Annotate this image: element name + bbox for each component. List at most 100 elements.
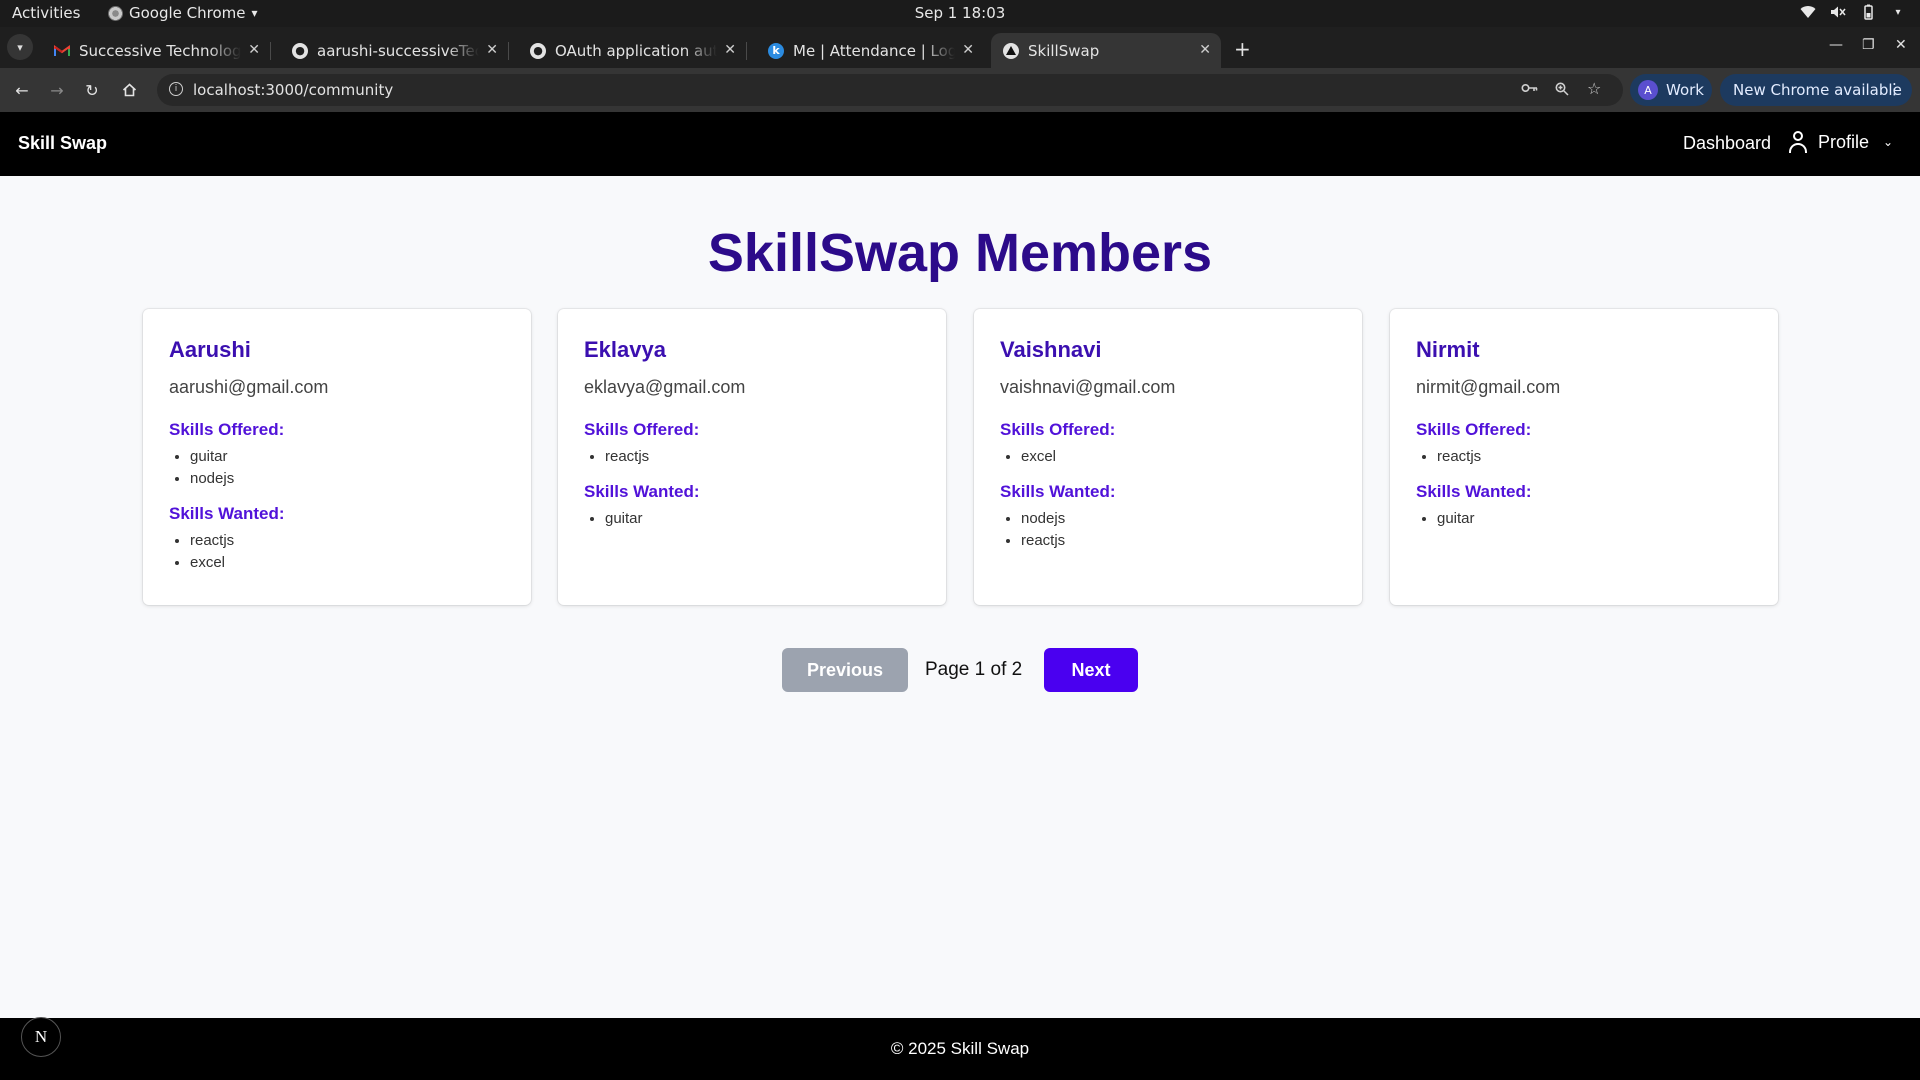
skills-offered-label: Skills Offered: <box>584 420 700 439</box>
skills-offered-label: Skills Offered: <box>169 420 285 439</box>
chrome-update-button[interactable]: New Chrome available ⋮ <box>1720 74 1912 106</box>
member-name: Aarushi <box>169 337 251 362</box>
tab-github-oauth[interactable]: ● OAuth application autho ✕ <box>518 33 747 68</box>
close-tab-icon[interactable]: ✕ <box>962 42 974 58</box>
tab-search-button[interactable]: ▾ <box>7 34 33 60</box>
reload-icon[interactable]: ↻ <box>80 78 104 102</box>
member-email: aarushi@gmail.com <box>169 377 329 397</box>
site-navbar: Skill Swap Dashboard Profile ⌄ <box>0 112 1920 176</box>
member-name: Eklavya <box>584 337 666 362</box>
nav-dashboard-link[interactable]: Dashboard <box>1683 133 1771 154</box>
member-email: vaishnavi@gmail.com <box>1000 377 1176 397</box>
volume-muted-icon <box>1830 4 1846 20</box>
previous-button[interactable]: Previous <box>782 648 908 692</box>
tab-skillswap[interactable]: SkillSwap ✕ <box>991 33 1221 68</box>
address-bar[interactable]: i localhost:3000/community ☆ <box>157 74 1623 106</box>
member-email: nirmit@gmail.com <box>1416 377 1561 397</box>
tab-title: aarushi-successiveTech/s <box>317 41 479 60</box>
skills-wanted-label: Skills Wanted: <box>1000 482 1116 501</box>
system-tray[interactable]: ▾ <box>1800 4 1906 20</box>
close-window-icon[interactable]: ✕ <box>1895 37 1907 53</box>
skill-item: guitar <box>605 508 920 530</box>
skills-wanted-list: nodejs reactjs <box>1000 508 1336 552</box>
os-top-bar: Activities Google Chrome ▾ Sep 1 18:03 ▾ <box>0 0 1920 27</box>
bookmark-star-icon[interactable]: ☆ <box>1587 79 1601 98</box>
tab-github-repo[interactable]: ● aarushi-successiveTech/s ✕ <box>280 33 509 68</box>
clock[interactable]: Sep 1 18:03 <box>915 4 1006 22</box>
skills-offered-list: reactjs <box>1416 446 1752 468</box>
nav-profile-label: Profile <box>1818 131 1870 152</box>
wifi-icon <box>1800 4 1816 20</box>
user-icon <box>1788 131 1808 153</box>
skill-item: nodejs <box>1021 508 1336 530</box>
tab-strip: ▾ Successive Technologies ✕ ● aarushi-su… <box>0 27 1920 68</box>
member-card: Nirmit nirmit@gmail.com Skills Offered: … <box>1390 309 1778 605</box>
next-button[interactable]: Next <box>1044 648 1138 692</box>
keka-icon: k <box>768 42 784 59</box>
kebab-menu-icon: ⋮ <box>1887 80 1902 98</box>
member-card: Vaishnavi vaishnavi@gmail.com Skills Off… <box>974 309 1362 605</box>
browser-toolbar: ← → ↻ i localhost:3000/community ☆ A Wor… <box>0 68 1920 112</box>
member-card: Aarushi aarushi@gmail.com Skills Offered… <box>143 309 531 605</box>
skills-offered-list: excel <box>1000 446 1336 468</box>
skill-item: reactjs <box>190 530 505 552</box>
restore-icon[interactable]: ❐ <box>1862 37 1875 53</box>
nav-profile-menu[interactable]: Profile ⌄ <box>1788 131 1893 153</box>
member-name: Nirmit <box>1416 337 1480 362</box>
zoom-icon[interactable] <box>1555 82 1569 100</box>
member-email: eklavya@gmail.com <box>584 377 746 397</box>
skills-wanted-list: guitar <box>584 508 920 530</box>
url-text: localhost:3000/community <box>193 81 394 99</box>
minimize-icon[interactable]: — <box>1829 37 1843 53</box>
skill-item: guitar <box>1437 508 1752 530</box>
battery-icon <box>1860 4 1876 20</box>
close-tab-icon[interactable]: ✕ <box>248 42 260 58</box>
close-tab-icon[interactable]: ✕ <box>1199 42 1211 58</box>
gmail-icon <box>54 43 70 59</box>
site-info-icon[interactable]: i <box>169 82 183 96</box>
skills-offered-label: Skills Offered: <box>1000 420 1116 439</box>
chevron-down-icon: ⌄ <box>1883 135 1894 149</box>
page-title: SkillSwap Members <box>707 223 1213 283</box>
pagination: Previous Page 1 of 2 Next <box>0 648 1920 692</box>
github-icon: ● <box>530 42 546 59</box>
skills-wanted-list: reactjs excel <box>169 530 505 574</box>
profile-chip-label: Work <box>1666 81 1704 99</box>
new-tab-button[interactable]: + <box>1234 37 1251 61</box>
skill-item: reactjs <box>1437 446 1752 468</box>
tab-title: OAuth application autho <box>555 41 717 60</box>
skill-item: nodejs <box>190 468 505 490</box>
close-tab-icon[interactable]: ✕ <box>486 42 498 58</box>
page-indicator: Page 1 of 2 <box>925 659 1023 680</box>
member-card: Eklavya eklavya@gmail.com Skills Offered… <box>558 309 946 605</box>
skill-item: guitar <box>190 446 505 468</box>
skills-wanted-label: Skills Wanted: <box>584 482 700 501</box>
skill-item: reactjs <box>605 446 920 468</box>
tab-attendance[interactable]: k Me | Attendance | Logs ✕ <box>756 33 984 68</box>
skills-offered-list: guitar nodejs <box>169 446 505 490</box>
power-menu-icon: ▾ <box>1895 6 1901 18</box>
skill-item: excel <box>1021 446 1336 468</box>
password-key-icon[interactable] <box>1521 82 1539 98</box>
skill-item: excel <box>190 552 505 574</box>
skill-item: reactjs <box>1021 530 1336 552</box>
tab-gmail[interactable]: Successive Technologies ✕ <box>42 33 271 68</box>
profile-chip[interactable]: A Work <box>1630 74 1712 106</box>
skills-offered-list: reactjs <box>584 446 920 468</box>
tab-title: Successive Technologies <box>79 41 241 60</box>
close-tab-icon[interactable]: ✕ <box>724 42 736 58</box>
nextjs-dev-tools-button[interactable]: N <box>21 1017 61 1057</box>
brand-logo[interactable]: Skill Swap <box>18 133 107 154</box>
skills-wanted-list: guitar <box>1416 508 1752 530</box>
nextjs-icon <box>1003 42 1019 59</box>
home-icon[interactable] <box>117 78 141 102</box>
forward-icon[interactable]: → <box>45 78 69 102</box>
tab-title: SkillSwap <box>1028 41 1100 60</box>
member-name: Vaishnavi <box>1000 337 1102 362</box>
skills-offered-label: Skills Offered: <box>1416 420 1532 439</box>
back-icon[interactable]: ← <box>10 78 34 102</box>
github-icon: ● <box>292 42 308 59</box>
site-footer: © 2025 Skill Swap <box>0 1018 1920 1080</box>
update-label: New Chrome available <box>1733 81 1902 99</box>
web-page: Skill Swap Dashboard Profile ⌄ SkillSwap… <box>0 112 1920 1080</box>
